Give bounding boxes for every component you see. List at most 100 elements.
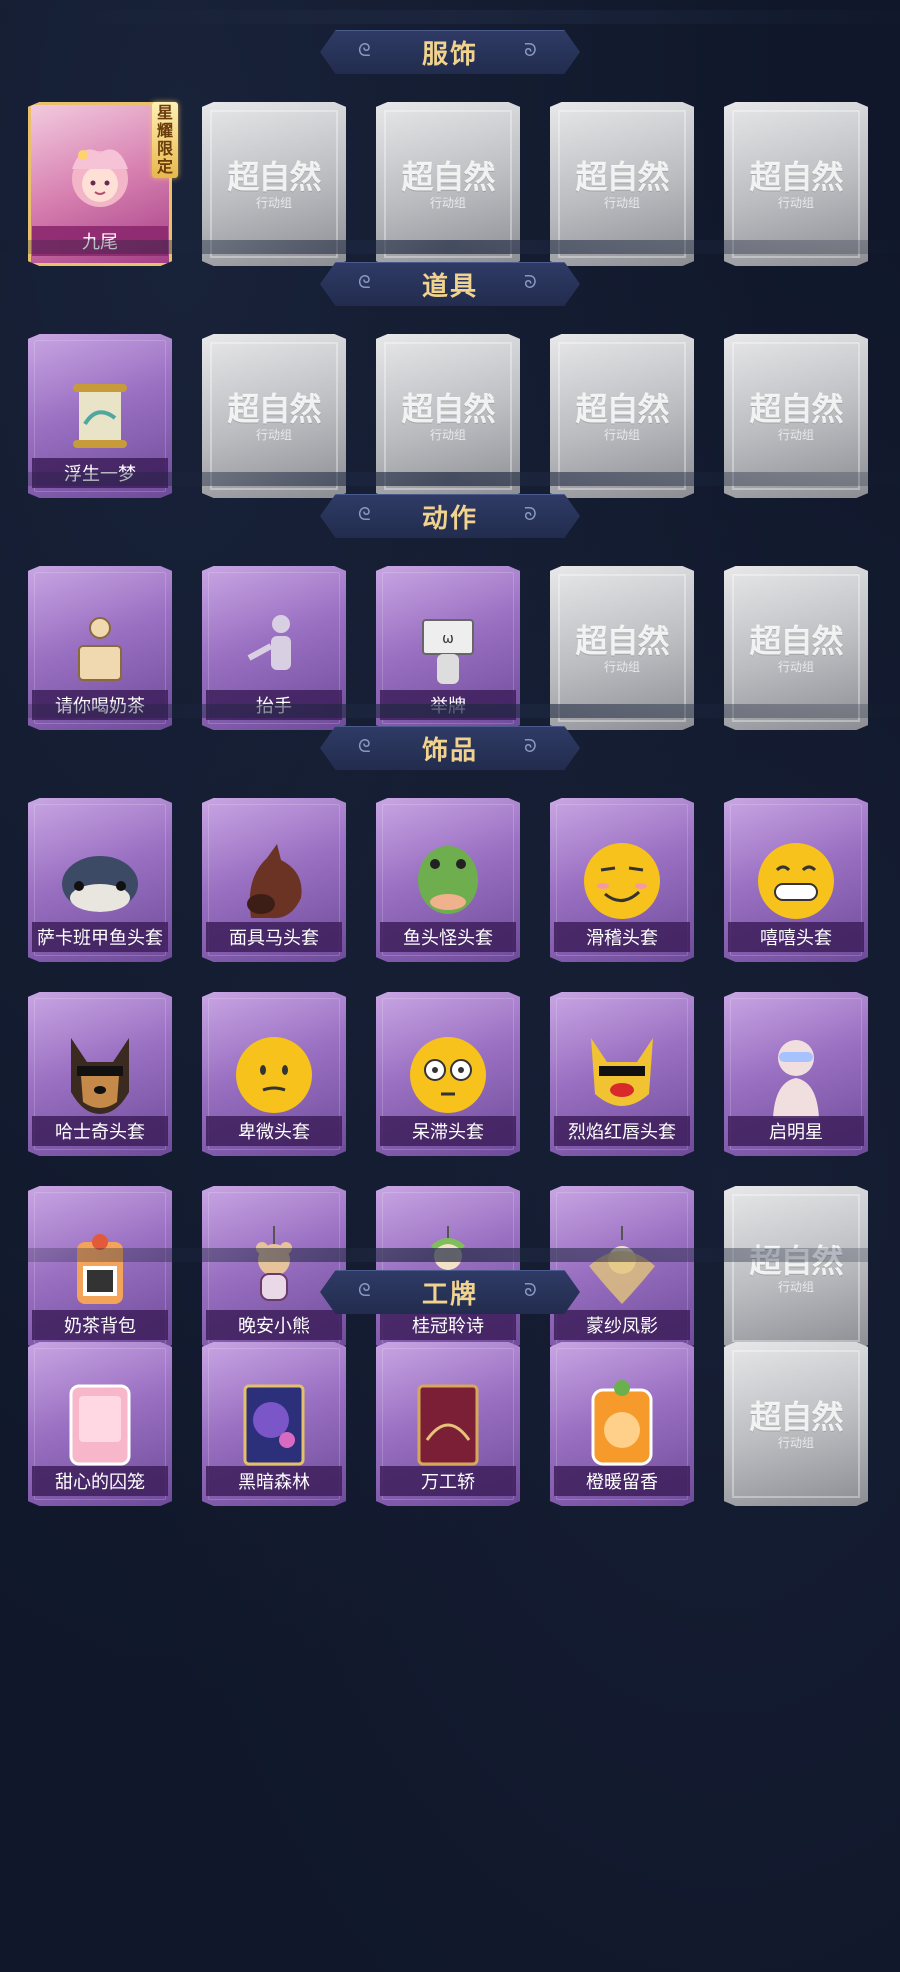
section-header: ᘓ ᘐ 道具	[320, 262, 580, 306]
fish-head-icon	[57, 838, 143, 924]
empty-slot-card[interactable]: 超自然行动组	[724, 1342, 868, 1506]
section-header: ᘓ ᘐ 动作	[320, 494, 580, 538]
item-card[interactable]: 烈焰红唇头套	[550, 992, 694, 1156]
placeholder-subtitle: 行动组	[255, 196, 292, 210]
section-divider	[0, 704, 900, 718]
hold-sign-icon: ω	[405, 606, 491, 692]
item-card[interactable]: 鱼头怪头套	[376, 798, 520, 962]
placeholder-watermark: 超自然	[401, 158, 495, 196]
bear-charm-icon	[231, 1226, 317, 1312]
placeholder-subtitle: 行动组	[777, 660, 814, 674]
item-label: 桂冠聆诗	[380, 1310, 516, 1340]
milk-tea-gesture-icon	[57, 606, 143, 692]
placeholder-watermark: 超自然	[749, 1398, 843, 1436]
item-label: 哈士奇头套	[32, 1116, 168, 1146]
placeholder-subtitle: 行动组	[429, 196, 466, 210]
pink-badge-icon	[57, 1382, 143, 1468]
item-label: 卑微头套	[206, 1116, 342, 1146]
placeholder-watermark: 超自然	[401, 390, 495, 428]
red-badge-icon	[405, 1382, 491, 1468]
item-card[interactable]: 晚安小熊	[202, 1186, 346, 1350]
section-divider	[0, 1248, 900, 1262]
item-card[interactable]: 卑微头套	[202, 992, 346, 1156]
item-card[interactable]: 橙暖留香	[550, 1342, 694, 1506]
placeholder-subtitle: 行动组	[777, 1280, 814, 1294]
placeholder-watermark: 超自然	[227, 158, 321, 196]
placeholder-subtitle: 行动组	[603, 196, 640, 210]
horse-head-icon	[231, 838, 317, 924]
item-card[interactable]: 滑稽头套	[550, 798, 694, 962]
item-card[interactable]: 万工轿	[376, 1342, 520, 1506]
section-divider	[0, 472, 900, 486]
husky-head-icon	[57, 1032, 143, 1118]
star-glasses-icon	[753, 1032, 839, 1118]
item-label: 萨卡班甲鱼头套	[32, 922, 168, 952]
humble-face-icon	[231, 1032, 317, 1118]
item-label: 甜心的囚笼	[32, 1466, 168, 1496]
item-label: 万工轿	[380, 1466, 516, 1496]
section-title: 饰品	[421, 735, 478, 766]
placeholder-watermark: 超自然	[575, 158, 669, 196]
placeholder-subtitle: 行动组	[603, 660, 640, 674]
placeholder-watermark: 超自然	[749, 622, 843, 660]
section-title: 动作	[421, 503, 478, 534]
item-card[interactable]: 黑暗森林	[202, 1342, 346, 1506]
item-card[interactable]: 呆滞头套	[376, 992, 520, 1156]
placeholder-subtitle: 行动组	[429, 428, 466, 442]
green-fish-head-icon	[405, 838, 491, 924]
placeholder-subtitle: 行动组	[777, 1436, 814, 1450]
orange-badge-icon	[579, 1380, 665, 1468]
item-label: 烈焰红唇头套	[554, 1116, 690, 1146]
dazed-face-icon	[405, 1032, 491, 1118]
funny-face-icon	[579, 838, 665, 924]
item-card[interactable]: 启明星	[724, 992, 868, 1156]
item-card[interactable]: 哈士奇头套	[28, 992, 172, 1156]
placeholder-watermark: 超自然	[749, 390, 843, 428]
item-card[interactable]: 萨卡班甲鱼头套	[28, 798, 172, 962]
empty-slot-card[interactable]: 超自然行动组	[724, 1186, 868, 1350]
section-title: 服饰	[421, 39, 478, 70]
section-title: 工牌	[421, 1279, 478, 1310]
fox-girl-portrait	[57, 142, 143, 228]
item-label: 启明星	[728, 1116, 864, 1146]
item-card[interactable]: 嘻嘻头套	[724, 798, 868, 962]
section-divider	[0, 240, 900, 254]
item-card[interactable]: 甜心的囚笼	[28, 1342, 172, 1506]
item-label: 奶茶背包	[32, 1310, 168, 1340]
section-header: ᘓ ᘐ 工牌	[320, 1270, 580, 1314]
item-label: 面具马头套	[206, 922, 342, 952]
limited-badge: 星耀限定	[152, 102, 178, 178]
placeholder-subtitle: 行动组	[777, 196, 814, 210]
item-label: 蒙纱凤影	[554, 1310, 690, 1340]
placeholder-subtitle: 行动组	[255, 428, 292, 442]
item-label: 鱼头怪头套	[380, 922, 516, 952]
item-label: 晚安小熊	[206, 1310, 342, 1340]
item-label: 嘻嘻头套	[728, 922, 864, 952]
item-card[interactable]: 蒙纱凤影	[550, 1186, 694, 1350]
placeholder-subtitle: 行动组	[603, 428, 640, 442]
item-label: 橙暖留香	[554, 1466, 690, 1496]
grin-face-icon	[753, 838, 839, 924]
milk-tea-bag-icon	[57, 1226, 143, 1312]
item-card[interactable]: 奶茶背包	[28, 1186, 172, 1350]
item-label: 滑稽头套	[554, 922, 690, 952]
placeholder-subtitle: 行动组	[777, 428, 814, 442]
galaxy-badge-icon	[231, 1382, 317, 1468]
scroll-icon	[57, 374, 143, 460]
item-label: 呆滞头套	[380, 1116, 516, 1146]
section-header: ᘓ ᘐ 服饰	[320, 30, 580, 74]
placeholder-watermark: 超自然	[227, 390, 321, 428]
section-header: ᘓ ᘐ 饰品	[320, 726, 580, 770]
item-card[interactable]: 桂冠聆诗	[376, 1186, 520, 1350]
placeholder-watermark: 超自然	[749, 158, 843, 196]
svg-text:ω: ω	[442, 631, 454, 647]
phoenix-charm-icon	[579, 1226, 665, 1312]
section-title: 道具	[421, 271, 478, 302]
section-divider	[0, 10, 900, 24]
item-card[interactable]: 面具马头套	[202, 798, 346, 962]
red-lips-head-icon	[579, 1032, 665, 1118]
placeholder-watermark: 超自然	[575, 622, 669, 660]
placeholder-watermark: 超自然	[575, 390, 669, 428]
item-label: 黑暗森林	[206, 1466, 342, 1496]
raise-hand-icon	[231, 606, 317, 692]
